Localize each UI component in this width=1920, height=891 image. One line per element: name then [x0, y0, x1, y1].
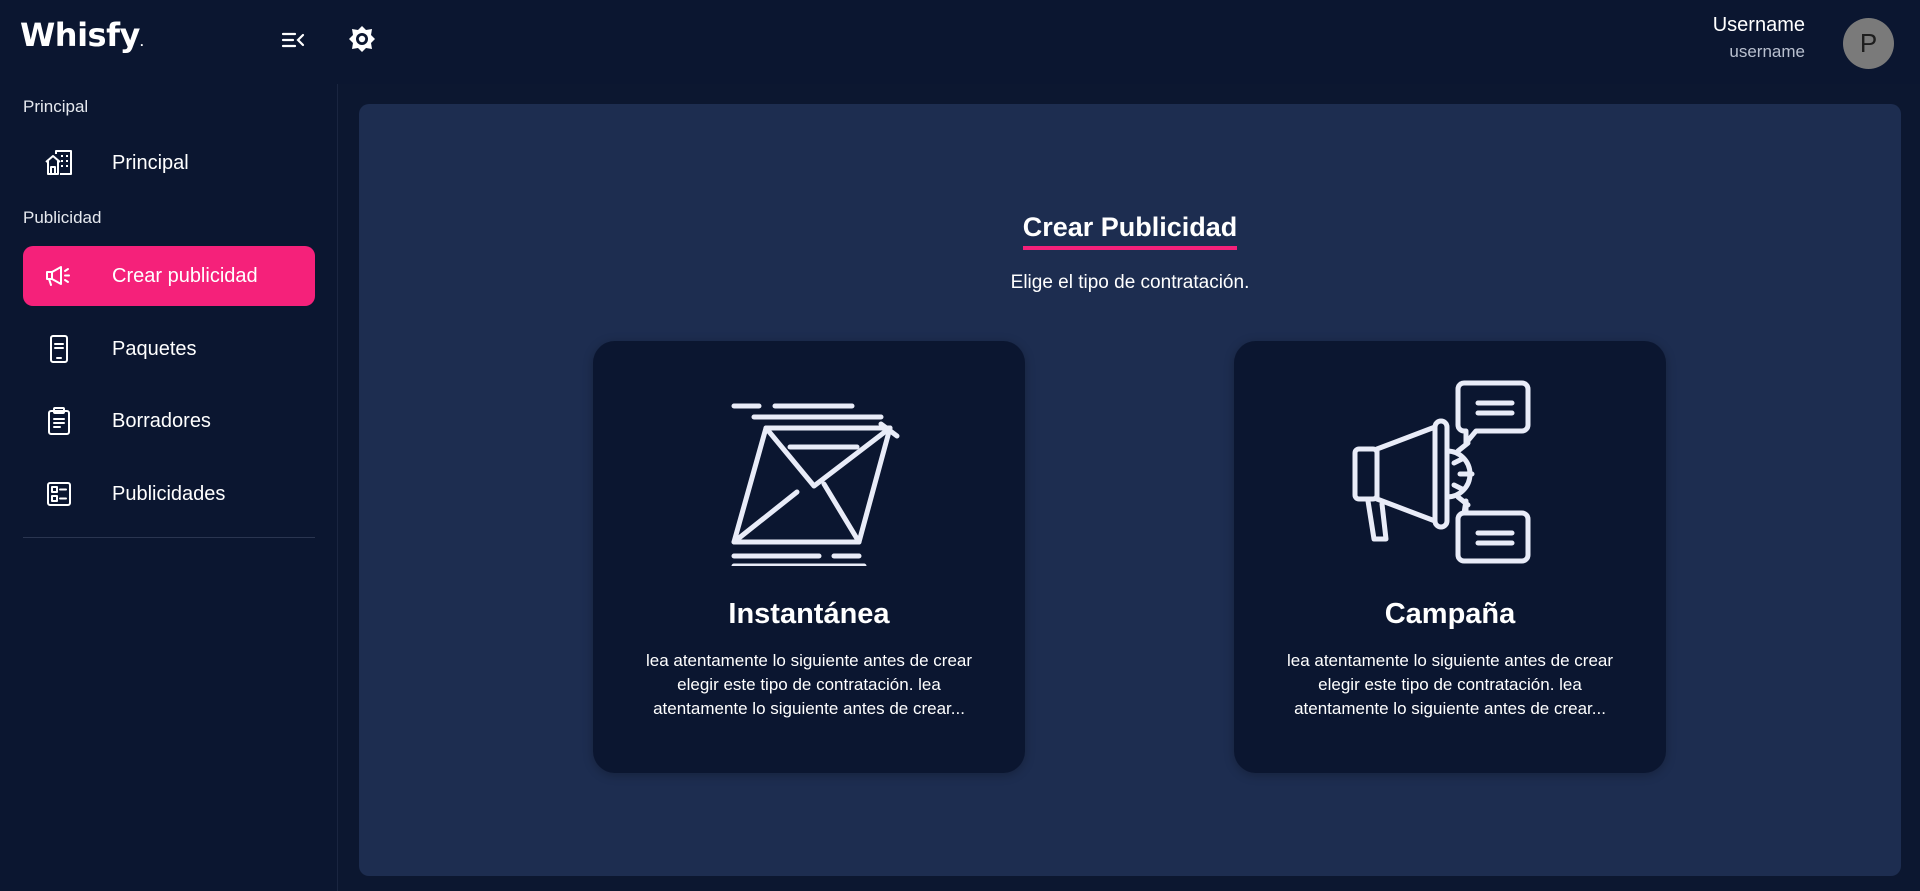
card-title: Instantánea — [728, 598, 890, 630]
sidebar-item-paquetes[interactable]: Paquetes — [23, 319, 315, 379]
sidebar-item-label: Borradores — [112, 409, 211, 432]
user-name: Username — [1712, 14, 1805, 36]
sidebar-item-borradores[interactable]: Borradores — [23, 391, 315, 451]
avatar[interactable]: P — [1843, 18, 1894, 69]
clipboard-icon — [43, 405, 75, 437]
menu-collapse-icon — [281, 32, 305, 48]
sidebar-item-publicidades[interactable]: Publicidades — [23, 464, 315, 524]
sidebar-item-label: Paquetes — [112, 337, 197, 360]
card-instantanea[interactable]: Instantánea lea atentamente lo siguiente… — [593, 341, 1025, 773]
brightness-icon — [349, 26, 375, 52]
card-campana[interactable]: Campaña lea atentamente lo siguiente ant… — [1234, 341, 1666, 773]
sidebar: Principal Principal Publicidad Crear pub… — [0, 84, 338, 891]
logo[interactable]: Whisfy. — [20, 16, 144, 54]
main-panel: Crear Publicidad Elige el tipo de contra… — [359, 104, 1901, 876]
user-handle: username — [1729, 42, 1805, 61]
megaphone-chat-icon — [1234, 380, 1666, 566]
home-building-icon — [43, 147, 75, 179]
sidebar-item-label: Publicidades — [112, 482, 226, 505]
logo-dot: . — [139, 38, 144, 49]
page-title: Crear Publicidad — [359, 212, 1901, 250]
sidebar-section-principal: Principal — [23, 97, 89, 116]
card-description: lea atentamente lo siguiente antes de cr… — [645, 651, 973, 718]
sidebar-item-crear-publicidad[interactable]: Crear publicidad — [23, 246, 315, 306]
menu-toggle-button[interactable] — [278, 25, 308, 55]
card-description: lea atentamente lo siguiente antes de cr… — [1286, 651, 1614, 718]
envelope-fast-icon — [593, 391, 1025, 566]
theme-toggle-button[interactable] — [346, 23, 378, 55]
top-bar: Whisfy. Username username P — [0, 0, 1920, 84]
phone-document-icon — [43, 333, 75, 365]
sidebar-divider — [23, 537, 315, 538]
page-title-text: Crear Publicidad — [1022, 212, 1238, 250]
card-title: Campaña — [1384, 598, 1516, 630]
sidebar-item-principal[interactable]: Principal — [23, 133, 315, 193]
megaphone-icon — [43, 260, 75, 292]
sidebar-item-label: Crear publicidad — [112, 264, 258, 287]
sidebar-section-publicidad: Publicidad — [23, 208, 102, 227]
sidebar-item-label: Principal — [112, 151, 189, 174]
page-subtitle: Elige el tipo de contratación. — [1010, 272, 1250, 293]
user-info[interactable]: Username username — [1713, 14, 1805, 62]
logo-text: Whisfy — [20, 16, 140, 54]
list-checks-icon — [43, 478, 75, 510]
